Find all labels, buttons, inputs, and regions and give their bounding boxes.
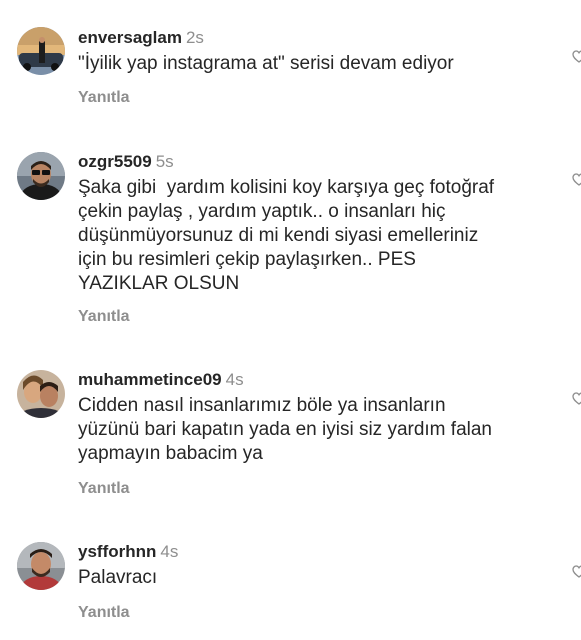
heart-outline-icon[interactable]: [572, 50, 581, 64]
avatar[interactable]: [17, 27, 65, 75]
comment-text: Palavracı: [78, 567, 158, 588]
heart-outline-icon[interactable]: [572, 565, 581, 579]
comment-text: "İyilik yap instagrama at" serisi devam …: [78, 53, 454, 74]
avatar-photo-couple: [17, 370, 65, 418]
avatar[interactable]: [17, 542, 65, 590]
comment-text: Cidden nasıl insanlarımız böle ya insanl…: [78, 395, 492, 464]
heart-outline-icon[interactable]: [572, 392, 581, 406]
timestamp: 2s: [185, 28, 204, 47]
username[interactable]: enversaglam: [78, 28, 182, 47]
username[interactable]: ysfforhnn: [78, 542, 156, 561]
timestamp: 5s: [155, 152, 174, 171]
reply-button[interactable]: Yanıtla: [78, 89, 130, 107]
comment-meta: muhammetince09 4s: [78, 370, 541, 390]
comment-body: ozgr5509 5s Şaka gibi yardım kolisini koy…: [78, 152, 541, 325]
comment-meta: enversaglam 2s: [78, 28, 541, 48]
comment-meta: ysfforhnn 4s: [78, 542, 541, 562]
avatar[interactable]: [17, 152, 65, 200]
avatar-photo-man-glasses: [17, 152, 65, 200]
reply-button[interactable]: Yanıtla: [78, 604, 130, 622]
comment-body: enversaglam 2s "İyilik yap instagrama at"…: [78, 28, 541, 106]
reply-button[interactable]: Yanıtla: [78, 480, 130, 498]
comment-text: Şaka gibi yardım kolisini koy karşıya ge…: [78, 177, 495, 294]
comment-meta: ozgr5509 5s: [78, 152, 541, 172]
timestamp: 4s: [160, 542, 179, 561]
avatar[interactable]: [17, 370, 65, 418]
username[interactable]: ozgr5509: [78, 152, 152, 171]
timestamp: 4s: [225, 370, 244, 389]
avatar-photo-person-car: [17, 27, 65, 75]
reply-button[interactable]: Yanıtla: [78, 308, 130, 326]
comment-body: ysfforhnn 4s Palavracı Yanıtla: [78, 542, 541, 621]
avatar-photo-man-beard: [17, 542, 65, 590]
comment-body: muhammetince09 4s Cidden nasıl insanlarım…: [78, 370, 541, 497]
username[interactable]: muhammetince09: [78, 370, 222, 389]
heart-outline-icon[interactable]: [572, 173, 581, 187]
